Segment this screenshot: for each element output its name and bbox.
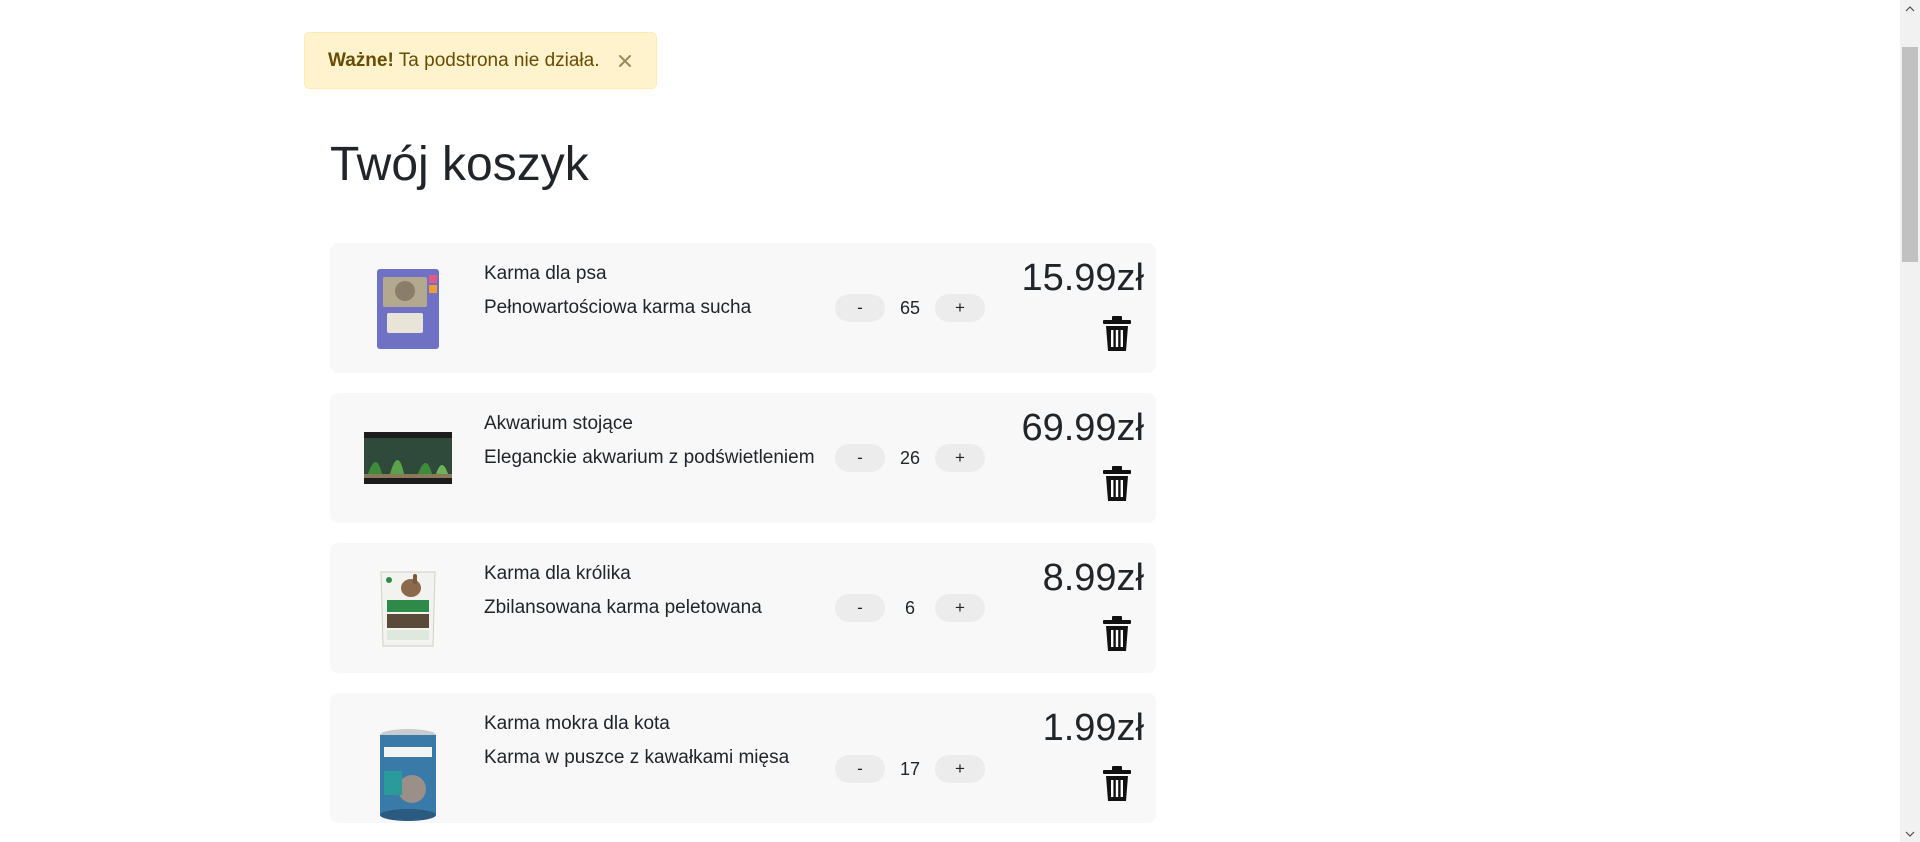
trash-icon[interactable] [1102,616,1132,652]
vertical-scrollbar[interactable] [1900,0,1920,842]
scroll-down-arrow-icon[interactable] [1900,825,1920,842]
product-image [360,263,456,353]
trash-icon[interactable] [1102,766,1132,802]
product-image [360,563,456,653]
increase-quantity-button[interactable]: + [935,444,985,472]
product-description: Zbilansowana karma peletowana [484,597,762,618]
product-name: Karma mokra dla kota [484,713,670,734]
increase-quantity-button[interactable]: + [935,594,985,622]
increase-quantity-button[interactable]: + [935,755,985,783]
cart-page: Ważne! Ta podstrona nie działa. Twój kos… [0,0,1920,842]
product-name: Akwarium stojące [484,413,633,434]
increase-quantity-button[interactable]: + [935,294,985,322]
cart-list: Karma dla psa Pełnowartościowa karma suc… [330,243,1156,842]
warning-alert: Ważne! Ta podstrona nie działa. [304,32,657,89]
page-title: Twój koszyk [330,138,589,191]
product-description: Pełnowartościowa karma sucha [484,297,752,318]
product-price: 69.99zł [1021,407,1144,449]
trash-icon[interactable] [1102,316,1132,352]
product-price: 15.99zł [1021,257,1144,299]
rabbit-food-bag-image [380,571,436,647]
product-price: 8.99zł [1042,557,1144,599]
product-description: Eleganckie akwarium z podświetleniem [484,447,815,468]
quantity-value: 6 [904,597,915,618]
dry-food-box-image [377,269,439,349]
product-name: Karma dla psa [484,263,607,284]
product-name: Karma dla królika [484,563,631,584]
quantity-stepper: - 65 + [835,294,985,322]
alert-strong-label: Ważne! [328,49,394,71]
close-icon[interactable] [618,54,632,68]
product-description: Karma w puszce z kawałkami mięsa [484,747,790,768]
alert-message: Ta podstrona nie działa. [398,49,600,71]
quantity-value: 17 [899,758,921,779]
quantity-stepper: - 6 + [835,594,985,622]
quantity-value: 26 [899,447,921,468]
decrease-quantity-button[interactable]: - [835,755,885,783]
cart-item: Karma dla królika Zbilansowana karma pel… [330,543,1156,673]
cart-item: Akwarium stojące Eleganckie akwarium z p… [330,393,1156,523]
cart-item: Karma mokra dla kota Karma w puszce z ka… [330,693,1156,823]
scroll-up-arrow-icon[interactable] [1900,0,1920,17]
trash-icon[interactable] [1102,466,1132,502]
quantity-value: 65 [899,297,921,318]
decrease-quantity-button[interactable]: - [835,594,885,622]
product-image [360,727,456,823]
quantity-stepper: - 26 + [835,444,985,472]
cart-item: Karma dla psa Pełnowartościowa karma suc… [330,243,1156,373]
product-image [360,413,456,503]
decrease-quantity-button[interactable]: - [835,294,885,322]
quantity-stepper: - 17 + [835,755,985,783]
scrollbar-thumb[interactable] [1902,47,1918,262]
cat-food-can-image [380,729,436,821]
aquarium-image [364,432,452,484]
product-price: 1.99zł [1042,707,1144,749]
decrease-quantity-button[interactable]: - [835,444,885,472]
